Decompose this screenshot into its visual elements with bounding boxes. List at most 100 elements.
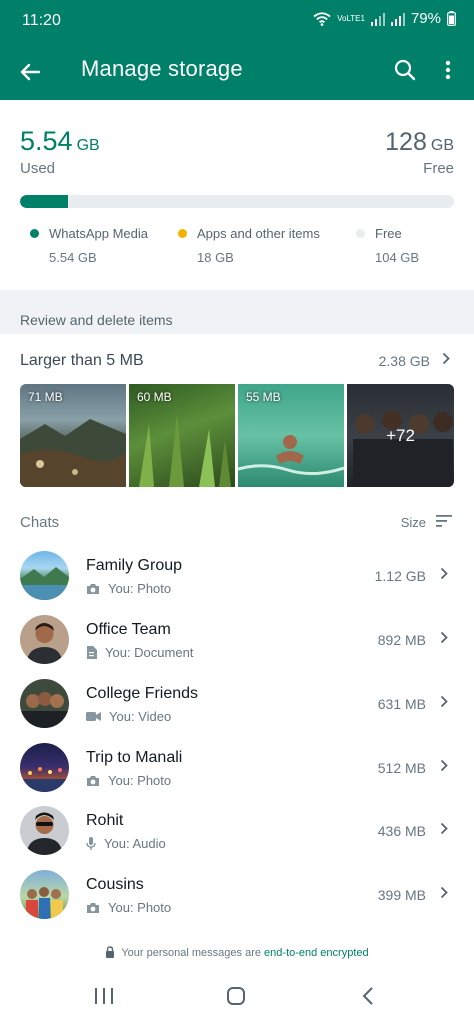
- camera-icon: [87, 775, 99, 786]
- media-thumb[interactable]: 55 MB: [238, 384, 344, 487]
- more-options-button[interactable]: [434, 54, 462, 86]
- storage-bar: [20, 195, 454, 208]
- avatar: [20, 551, 69, 600]
- chat-size: 512 MB: [377, 760, 426, 776]
- chevron-right-icon: [440, 822, 448, 835]
- larger-than-row[interactable]: Larger than 5 MB 2.38 GB: [0, 334, 474, 384]
- search-icon: [394, 59, 416, 81]
- larger-label: Larger than 5 MB: [20, 352, 144, 369]
- home-button[interactable]: [216, 982, 256, 1010]
- search-button[interactable]: [389, 54, 421, 86]
- status-icons: VoLTE1 79%: [313, 10, 456, 27]
- more-vert-icon: [445, 60, 451, 80]
- legend-dot: [178, 229, 187, 238]
- chat-name: Cousins: [86, 876, 144, 893]
- sort-icon[interactable]: [436, 514, 452, 528]
- thumb-size: 71 MB: [28, 390, 63, 404]
- review-section-header: Review and delete items: [0, 290, 474, 334]
- avatar: [20, 679, 69, 728]
- free-value: 128 GB: [385, 128, 454, 157]
- status-bar: 11:20 VoLTE1 79%: [0, 0, 474, 44]
- wifi-icon: [313, 11, 331, 26]
- app-bar: Manage storage: [0, 44, 474, 100]
- chat-subtitle: You: Photo: [86, 773, 171, 788]
- battery-icon: [447, 11, 456, 26]
- chevron-right-icon: [440, 567, 448, 580]
- video-icon: [86, 712, 101, 721]
- chat-subtitle: You: Photo: [86, 581, 171, 596]
- mic-icon: [86, 836, 96, 850]
- home-icon: [227, 987, 245, 1005]
- sort-label[interactable]: Size: [401, 515, 426, 530]
- large-media-thumbnails: 71 MB 60 MB 55 MB +72: [20, 384, 454, 487]
- chevron-right-icon: [440, 631, 448, 644]
- chat-row[interactable]: Trip to Manali You: Photo 512 MB: [0, 735, 474, 799]
- document-icon: [87, 646, 97, 659]
- chevron-right-icon: [440, 759, 448, 772]
- used-label: Used: [20, 160, 56, 177]
- legend-size: 5.54 GB: [49, 250, 97, 265]
- media-thumb-more[interactable]: +72: [347, 384, 454, 487]
- avatar-image: [20, 767, 69, 792]
- camera-icon: [87, 902, 99, 913]
- legend-label: WhatsApp Media: [49, 226, 148, 241]
- chat-size: 1.12 GB: [374, 568, 426, 584]
- used-number: 5.54: [20, 126, 73, 156]
- avatar: [20, 743, 69, 792]
- avatar-image: [20, 567, 69, 600]
- thumb-size: 55 MB: [246, 390, 281, 404]
- chat-sub-text: You: Document: [105, 645, 194, 660]
- nav-back-button[interactable]: [348, 982, 388, 1010]
- chat-name: Family Group: [86, 557, 183, 574]
- chat-row[interactable]: Family Group You: Photo 1.12 GB: [0, 543, 474, 607]
- chat-sub-text: You: Audio: [104, 836, 166, 851]
- lock-icon: [106, 946, 115, 958]
- status-time: 11:20: [22, 12, 61, 29]
- free-label: Free: [423, 160, 454, 177]
- chat-name: Office Team: [86, 621, 171, 638]
- storage-usage: 5.54 GB Used 128 GB Free WhatsApp Media 5.…: [0, 100, 474, 290]
- arrow-back-icon: [20, 63, 40, 81]
- chat-sub-text: You: Video: [109, 709, 172, 724]
- system-nav-bar: [0, 968, 474, 1024]
- legend-size: 104 GB: [375, 250, 420, 265]
- chat-sub-text: You: Photo: [108, 773, 172, 788]
- chats-header: Chats Size: [0, 500, 474, 544]
- avatar: [20, 870, 69, 919]
- legend-label: Free: [375, 226, 402, 241]
- legend-dot: [356, 229, 365, 238]
- back-button[interactable]: [14, 56, 46, 88]
- legend-size: 18 GB: [197, 250, 234, 265]
- used-value: 5.54 GB: [20, 126, 100, 157]
- network-label: VoLTE1: [337, 13, 365, 23]
- chat-subtitle: You: Document: [86, 645, 193, 660]
- chat-sub-text: You: Photo: [108, 581, 172, 596]
- signal-icon: [370, 12, 385, 26]
- recents-button[interactable]: [84, 982, 124, 1010]
- used-unit: GB: [76, 137, 100, 154]
- larger-total: 2.38 GB: [378, 353, 430, 369]
- legend-dot: [30, 229, 39, 238]
- chevron-right-icon: [440, 695, 448, 708]
- chat-size: 892 MB: [377, 632, 426, 648]
- chats-title: Chats: [20, 514, 60, 531]
- chat-name: Rohit: [86, 812, 124, 829]
- chat-row[interactable]: Cousins You: Photo 399 MB: [0, 862, 474, 926]
- chat-sub-text: You: Photo: [108, 900, 172, 915]
- avatar-image: [26, 887, 63, 919]
- more-count: +72: [347, 384, 454, 487]
- chat-row[interactable]: Rohit You: Audio 436 MB: [0, 798, 474, 862]
- encryption-note: Your personal messages are end-to-end en…: [0, 946, 474, 959]
- avatar: [20, 806, 69, 855]
- chevron-right-icon: [442, 352, 450, 365]
- media-thumb[interactable]: 71 MB: [20, 384, 126, 487]
- avatar-image: [20, 692, 69, 728]
- chat-subtitle: You: Photo: [86, 900, 171, 915]
- chat-row[interactable]: Office Team You: Document 892 MB: [0, 607, 474, 671]
- free-unit: GB: [430, 137, 454, 154]
- encryption-link[interactable]: end-to-end encrypted: [264, 947, 369, 959]
- chat-row[interactable]: College Friends You: Video 631 MB: [0, 671, 474, 735]
- media-thumb[interactable]: 60 MB: [129, 384, 235, 487]
- review-title: Review and delete items: [20, 312, 173, 328]
- chat-name: College Friends: [86, 685, 199, 702]
